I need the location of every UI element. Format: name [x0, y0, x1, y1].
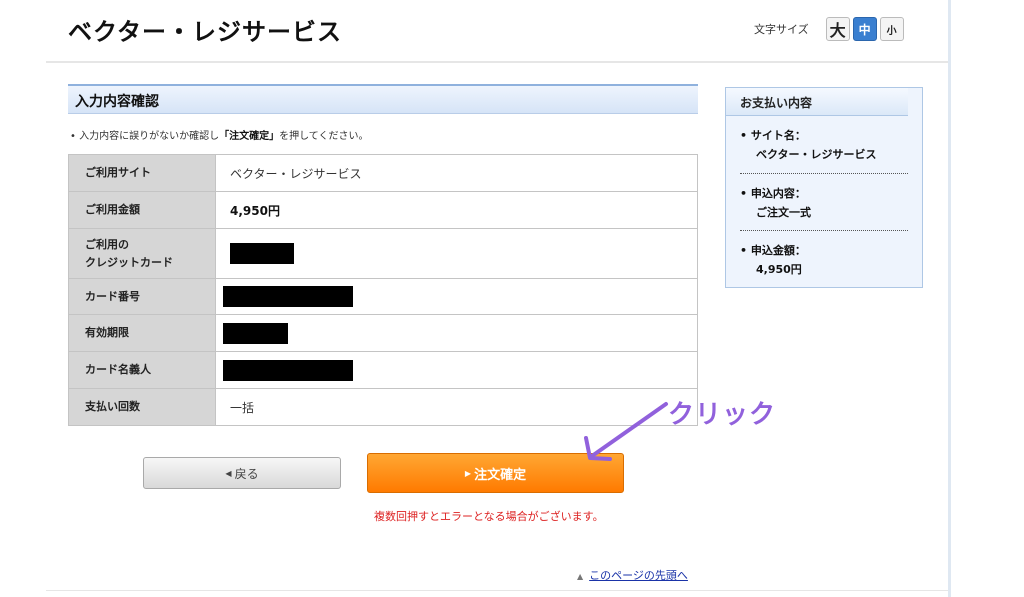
confirm-button-label: 注文確定 [474, 467, 527, 483]
confirmation-table: ご利用サイト ベクター・レジサービス ご利用金額 4,950円 ご利用のクレジッ… [68, 154, 698, 426]
summary-value-content: ご注文一式 [756, 205, 811, 219]
table-row: ご利用サイト ベクター・レジサービス [68, 154, 698, 192]
row-value-card-number [215, 278, 698, 315]
payment-summary-panel: お支払い内容 • サイト名： ベクター・レジサービス • 申込内容： ご注文一式… [725, 87, 923, 288]
page-top-link[interactable]: このページの先頭へ [589, 569, 688, 582]
summary-item-label: • 申込金額： [740, 244, 806, 257]
table-row: ご利用のクレジットカード [68, 228, 698, 279]
row-label-card-number: カード番号 [68, 278, 216, 315]
summary-label-amount: 申込金額： [750, 244, 806, 257]
header-divider [46, 61, 948, 63]
note-emphasis: 「注文確定」 [219, 131, 280, 142]
row-label-expiry: 有効期限 [68, 314, 216, 352]
row-value-credit-card [215, 228, 698, 279]
font-size-large-button[interactable]: 大 [825, 17, 850, 41]
font-size-label: 文字サイズ [754, 23, 809, 36]
summary-value-site: ベクター・レジサービス [756, 148, 877, 162]
redacted-expiry [223, 322, 288, 344]
table-row: カード番号 [68, 278, 698, 315]
row-label-credit-card: ご利用のクレジットカード [68, 228, 216, 279]
row-value-amount: 4,950円 [215, 191, 698, 229]
chevron-left-icon: ◀ [225, 468, 232, 478]
site-title: ベクター・レジサービス [68, 18, 343, 46]
summary-item-label: • 申込内容： [740, 186, 806, 200]
summary-item: • サイト名： ベクター・レジサービス [740, 116, 908, 174]
redacted-cardholder [223, 359, 353, 381]
click-annotation-label: クリック [668, 400, 777, 430]
note-suffix: を押してください。 [279, 131, 369, 142]
page-top-link-wrap: ▲ このページの先頭へ [577, 567, 688, 583]
annotation-arrow-icon [584, 402, 668, 461]
font-size-switcher: 文字サイズ 大 中 小 [754, 17, 904, 41]
table-row: カード名義人 [68, 351, 698, 389]
row-label-amount: ご利用金額 [68, 191, 216, 229]
row-value-cardholder [215, 351, 698, 389]
redacted-card-brand [230, 243, 294, 264]
font-size-medium-button[interactable]: 中 [852, 17, 877, 41]
table-row: ご利用金額 4,950円 [68, 191, 698, 229]
row-label-site: ご利用サイト [68, 154, 216, 192]
redacted-card-number [223, 286, 353, 307]
footer-divider [46, 590, 948, 591]
font-size-small-button[interactable]: 小 [879, 17, 904, 41]
summary-label-site: サイト名： [750, 129, 806, 142]
triangle-up-icon: ▲ [577, 572, 584, 581]
summary-item: • 申込内容： ご注文一式 [740, 174, 908, 231]
back-button[interactable]: ◀ 戻る [143, 457, 341, 489]
summary-value-amount: 4,950円 [756, 263, 802, 277]
instruction-note: • 入力内容に誤りがないか確認し「注文確定」を押してください。 [70, 127, 369, 142]
row-label-installments: 支払い回数 [68, 388, 216, 426]
back-button-label: 戻る [234, 466, 259, 481]
bullet: • [70, 131, 76, 142]
row-value-expiry [215, 314, 698, 352]
row-value-site: ベクター・レジサービス [215, 154, 698, 192]
summary-label-content: 申込内容： [750, 186, 806, 200]
credit-card-label-line1: ご利用の [85, 237, 129, 251]
section-title: 入力内容確認 [68, 84, 698, 114]
summary-item-label: • サイト名： [740, 129, 806, 142]
chevron-right-icon: ▶ [464, 468, 472, 478]
summary-item: • 申込金額： 4,950円 [740, 231, 908, 288]
summary-title: お支払い内容 [726, 88, 908, 116]
table-row: 有効期限 [68, 314, 698, 352]
row-label-cardholder: カード名義人 [68, 351, 216, 389]
duplicate-submit-warning: 複数回押すとエラーとなる場合がございます。 [374, 510, 604, 523]
note-prefix: 入力内容に誤りがないか確認し [79, 131, 220, 142]
credit-card-label-line2: クレジットカード [85, 255, 173, 269]
right-edge-divider [948, 0, 951, 597]
